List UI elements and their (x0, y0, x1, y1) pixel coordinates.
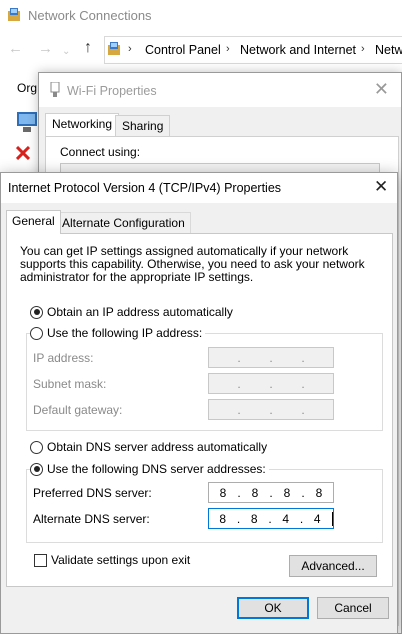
radio-indicator[interactable] (30, 440, 43, 454)
validate-settings-checkbox[interactable]: Validate settings upon exit (34, 553, 190, 567)
subnet-mask-label: Subnet mask: (33, 377, 107, 391)
dot: . (237, 376, 241, 391)
wifi-window-title: Wi-Fi Properties (67, 84, 157, 98)
octet-2: 8 (250, 511, 258, 526)
ipv4-properties-dialog: Internet Protocol Version 4 (TCP/IPv4) P… (0, 172, 398, 634)
octet-3: 4 (282, 511, 290, 526)
control-panel-icon (108, 42, 120, 55)
alternate-dns-label: Alternate DNS server: (33, 512, 150, 526)
subnet-mask-input[interactable]: . . . (208, 373, 334, 394)
text-cursor (332, 511, 333, 526)
dot: . (269, 376, 273, 391)
network-connections-icon (8, 8, 20, 21)
ip-address-input[interactable]: . . . (208, 347, 334, 368)
close-icon[interactable]: ✕ (374, 80, 389, 98)
validate-settings-label: Validate settings upon exit (51, 553, 191, 567)
dot: . (301, 402, 305, 417)
use-following-ip-label: Use the following IP address: (47, 326, 203, 340)
network-adapter-icon (50, 82, 60, 97)
default-gateway-label: Default gateway: (33, 403, 123, 417)
breadcrumb-control-panel[interactable]: Control Panel (145, 43, 221, 57)
obtain-dns-auto-label: Obtain DNS server address automatically (47, 440, 268, 454)
ip-address-label: IP address: (33, 351, 94, 365)
obtain-dns-auto-radio[interactable]: Obtain DNS server address automatically (30, 440, 271, 454)
preferred-dns-label: Preferred DNS server: (33, 486, 152, 500)
dialog-title: Internet Protocol Version 4 (TCP/IPv4) P… (8, 181, 282, 195)
octet-4: 4 (313, 511, 321, 526)
tab-networking[interactable]: Networking (45, 113, 120, 137)
organize-menu[interactable]: Org (17, 81, 37, 95)
breadcrumb-separator-icon: › (361, 43, 365, 55)
checkbox-indicator[interactable] (34, 553, 47, 567)
obtain-ip-auto-label: Obtain an IP address automatically (47, 305, 233, 319)
back-arrow-icon[interactable]: ← (8, 41, 23, 57)
ok-button[interactable]: OK (237, 597, 309, 619)
preferred-dns-input[interactable]: 8. 8. 8. 8 (208, 482, 334, 503)
breadcrumb-separator-icon: › (128, 43, 132, 55)
use-following-dns-label: Use the following DNS server addresses: (47, 462, 266, 476)
breadcrumb-network-and-internet[interactable]: Network and Internet (240, 43, 356, 57)
dot: . (269, 350, 273, 365)
dot: . (301, 350, 305, 365)
dot: . (301, 376, 305, 391)
up-arrow-icon[interactable]: ↑ (84, 40, 92, 56)
use-following-ip-radio[interactable]: Use the following IP address: (30, 326, 206, 340)
dns-group (26, 469, 383, 543)
octet-4: 8 (315, 485, 323, 500)
advanced-button[interactable]: Advanced... (289, 555, 377, 577)
description-text: You can get IP settings assigned automat… (20, 244, 365, 284)
cancel-button[interactable]: Cancel (317, 597, 389, 619)
octet-1: 8 (219, 511, 227, 526)
disconnected-x-icon (16, 146, 30, 160)
octet-2: 8 (251, 485, 259, 500)
obtain-ip-auto-radio[interactable]: Obtain an IP address automatically (30, 305, 236, 319)
tab-alternate-configuration[interactable]: Alternate Configuration (56, 212, 191, 234)
forward-arrow-icon[interactable]: → (38, 41, 53, 57)
tab-sharing[interactable]: Sharing (115, 115, 171, 137)
network-adapter-icon (17, 112, 37, 132)
dot: . (269, 402, 273, 417)
dot: . (237, 402, 241, 417)
radio-indicator[interactable] (30, 326, 43, 340)
octet-1: 8 (219, 485, 227, 500)
octet-3: 8 (283, 485, 291, 500)
ipv4-titlebar: Internet Protocol Version 4 (TCP/IPv4) P… (1, 173, 397, 203)
breadcrumb-network[interactable]: Network (375, 43, 402, 57)
use-following-dns-radio[interactable]: Use the following DNS server addresses: (30, 462, 269, 476)
general-tab-panel: You can get IP settings assigned automat… (6, 233, 393, 587)
radio-indicator[interactable] (30, 305, 43, 319)
dot: . (237, 350, 241, 365)
wifi-titlebar: Wi-Fi Properties ✕ (39, 73, 401, 107)
tab-general[interactable]: General (6, 210, 61, 234)
alternate-dns-input[interactable]: 8. 8. 4. 4 (208, 508, 334, 529)
default-gateway-input[interactable]: . . . (208, 399, 334, 420)
breadcrumb-separator-icon: › (226, 43, 230, 55)
radio-indicator[interactable] (30, 462, 43, 476)
connect-using-label: Connect using: (60, 145, 141, 159)
close-icon[interactable]: ✕ (374, 178, 388, 196)
recent-locations-icon[interactable]: ⌄ (62, 44, 70, 60)
window-title: Network Connections (28, 8, 152, 23)
